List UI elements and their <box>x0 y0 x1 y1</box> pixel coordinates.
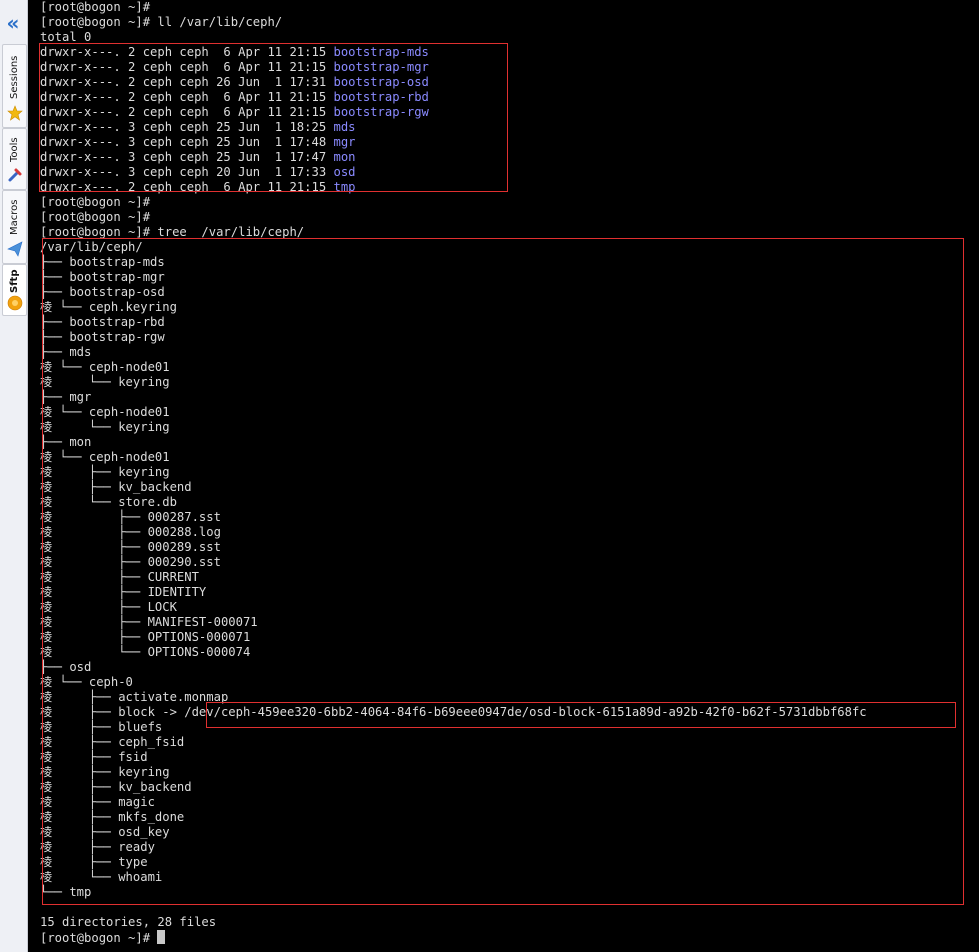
ll-row: drwxr-x---. 3 ceph ceph 25 Jun 1 17:48 m… <box>40 135 356 150</box>
tree-line: 棱 ├── kv_backend <box>40 780 192 794</box>
ll-perms: drwxr-x---. 2 ceph ceph 6 Apr 11 21:15 <box>40 90 334 104</box>
tree-line: 棱 ├── fsid <box>40 750 148 764</box>
tree-line: 棱 ├── block -> /dev/ceph-459ee320-6bb2-4… <box>40 705 867 719</box>
tree-line: /var/lib/ceph/ <box>40 240 143 254</box>
ll-dir-name: bootstrap-rbd <box>333 90 429 104</box>
ll-row: drwxr-x---. 2 ceph ceph 6 Apr 11 21:15 b… <box>40 90 429 105</box>
ll-row: drwxr-x---. 2 ceph ceph 26 Jun 1 17:31 b… <box>40 75 429 90</box>
tree-line: 棱 ├── ready <box>40 840 155 854</box>
terminal-line: [root@bogon ~]# <box>40 0 151 14</box>
ll-perms: drwxr-x---. 3 ceph ceph 20 Jun 1 17:33 <box>40 165 334 179</box>
tab-sessions-label: Sessions <box>9 55 20 99</box>
ll-row: drwxr-x---. 2 ceph ceph 6 Apr 11 21:15 t… <box>40 180 356 195</box>
tree-line: 棱 ├── kv_backend <box>40 480 192 494</box>
tree-line: 棱 ├── 000288.log <box>40 525 221 539</box>
ll-perms: drwxr-x---. 3 ceph ceph 25 Jun 1 17:48 <box>40 135 334 149</box>
ll-row: drwxr-x---. 2 ceph ceph 6 Apr 11 21:15 b… <box>40 45 429 60</box>
ll-dir-name: bootstrap-rgw <box>333 105 429 119</box>
tree-line: ├── bootstrap-rbd <box>40 315 165 329</box>
terminal-line: [root@bogon ~]# <box>40 210 151 224</box>
tree-line: 棱 └── store.db <box>40 495 177 509</box>
terminal-line: [root@bogon ~]# ll /var/lib/ceph/ <box>40 15 283 29</box>
tree-line: 棱 └── keyring <box>40 420 170 434</box>
tree-line: 棱 ├── activate.monmap <box>40 690 229 704</box>
ll-perms: drwxr-x---. 3 ceph ceph 25 Jun 1 18:25 <box>40 120 334 134</box>
prompt-line[interactable]: [root@bogon ~]# <box>40 930 166 945</box>
tree-line: 棱 ├── type <box>40 855 148 869</box>
tools-icon <box>8 168 22 182</box>
tree-line: 棱 ├── bluefs <box>40 720 163 734</box>
tab-macros-label: Macros <box>9 199 20 235</box>
tree-line: 棱 ├── MANIFEST-000071 <box>40 615 258 629</box>
ll-dir-name: mgr <box>333 135 356 149</box>
tree-line: ├── bootstrap-mds <box>40 255 165 269</box>
tree-line: 棱 └── OPTIONS-000074 <box>40 645 251 659</box>
tree-line: ├── bootstrap-mgr <box>40 270 165 284</box>
ll-dir-name: mds <box>333 120 356 134</box>
tree-line: 棱 ├── mkfs_done <box>40 810 185 824</box>
tree-line: ├── osd <box>40 660 92 674</box>
tree-line: 棱 ├── magic <box>40 795 155 809</box>
tree-line: └── tmp <box>40 885 92 899</box>
cursor <box>157 930 166 944</box>
side-panel: « Sessions Tools Macros Sftp <box>0 0 28 952</box>
prompt-text: [root@bogon ~]# <box>40 931 158 945</box>
tree-line: 棱 ├── 000287.sst <box>40 510 221 524</box>
tree-line: 棱 ├── osd_key <box>40 825 170 839</box>
ll-row: drwxr-x---. 3 ceph ceph 20 Jun 1 17:33 o… <box>40 165 356 180</box>
ll-perms: drwxr-x---. 2 ceph ceph 6 Apr 11 21:15 <box>40 60 334 74</box>
tree-line: ├── bootstrap-osd <box>40 285 165 299</box>
tree-line: 棱 └── keyring <box>40 375 170 389</box>
tree-line: 棱 ├── OPTIONS-000071 <box>40 630 251 644</box>
tree-line: 棱 └── ceph-node01 <box>40 450 170 464</box>
terminal-line: [root@bogon ~]# <box>40 195 151 209</box>
tab-macros[interactable]: Macros <box>2 190 27 264</box>
tree-line: 棱 ├── 000290.sst <box>40 555 221 569</box>
ll-perms: drwxr-x---. 2 ceph ceph 6 Apr 11 21:15 <box>40 180 334 194</box>
tree-line: 棱 └── ceph.keyring <box>40 300 177 314</box>
summary-line: 15 directories, 28 files <box>40 915 217 929</box>
ll-row: drwxr-x---. 3 ceph ceph 25 Jun 1 17:47 m… <box>40 150 356 165</box>
tab-sessions[interactable]: Sessions <box>2 44 27 128</box>
tree-line: ├── mds <box>40 345 92 359</box>
ll-row: drwxr-x---. 2 ceph ceph 6 Apr 11 21:15 b… <box>40 60 429 75</box>
tree-line: 棱 ├── IDENTITY <box>40 585 207 599</box>
tree-line: 棱 └── whoami <box>40 870 163 884</box>
tree-line: ├── bootstrap-rgw <box>40 330 165 344</box>
tree-line: 棱 ├── ceph_fsid <box>40 735 185 749</box>
ll-dir-name: bootstrap-mds <box>333 45 429 59</box>
tab-tools[interactable]: Tools <box>2 128 27 190</box>
terminal-output[interactable]: [root@bogon ~]# [root@bogon ~]# ll /var/… <box>39 0 979 952</box>
ll-row: drwxr-x---. 2 ceph ceph 6 Apr 11 21:15 b… <box>40 105 429 120</box>
ll-dir-name: osd <box>333 165 356 179</box>
tree-line: ├── mgr <box>40 390 92 404</box>
tree-line: 棱 └── ceph-node01 <box>40 405 170 419</box>
tree-line: 棱 ├── 000289.sst <box>40 540 221 554</box>
tree-line: 棱 ├── CURRENT <box>40 570 199 584</box>
ll-row: drwxr-x---. 3 ceph ceph 25 Jun 1 18:25 m… <box>40 120 356 135</box>
ll-dir-name: mon <box>333 150 356 164</box>
tree-line: 棱 └── ceph-0 <box>40 675 133 689</box>
ll-perms: drwxr-x---. 2 ceph ceph 26 Jun 1 17:31 <box>40 75 334 89</box>
tree-line: 棱 └── ceph-node01 <box>40 360 170 374</box>
ll-dir-name: bootstrap-osd <box>333 75 429 89</box>
tree-line: 棱 ├── keyring <box>40 465 170 479</box>
star-icon <box>7 105 23 121</box>
terminal-line: [root@bogon ~]# tree /var/lib/ceph/ <box>40 225 305 239</box>
collapse-icon[interactable]: « <box>3 12 23 36</box>
tab-sftp-label: Sftp <box>9 269 20 293</box>
ll-dir-name: bootstrap-mgr <box>333 60 429 74</box>
ll-dir-name: tmp <box>333 180 356 194</box>
sftp-icon <box>7 295 23 311</box>
tab-sftp[interactable]: Sftp <box>2 264 27 316</box>
macros-icon <box>7 241 23 257</box>
ll-perms: drwxr-x---. 3 ceph ceph 25 Jun 1 17:47 <box>40 150 334 164</box>
terminal-line: total 0 <box>40 30 92 44</box>
tree-line: ├── mon <box>40 435 92 449</box>
tab-tools-label: Tools <box>9 137 20 163</box>
ll-perms: drwxr-x---. 2 ceph ceph 6 Apr 11 21:15 <box>40 45 334 59</box>
ll-perms: drwxr-x---. 2 ceph ceph 6 Apr 11 21:15 <box>40 105 334 119</box>
tree-line: 棱 ├── LOCK <box>40 600 177 614</box>
tree-line: 棱 ├── keyring <box>40 765 170 779</box>
